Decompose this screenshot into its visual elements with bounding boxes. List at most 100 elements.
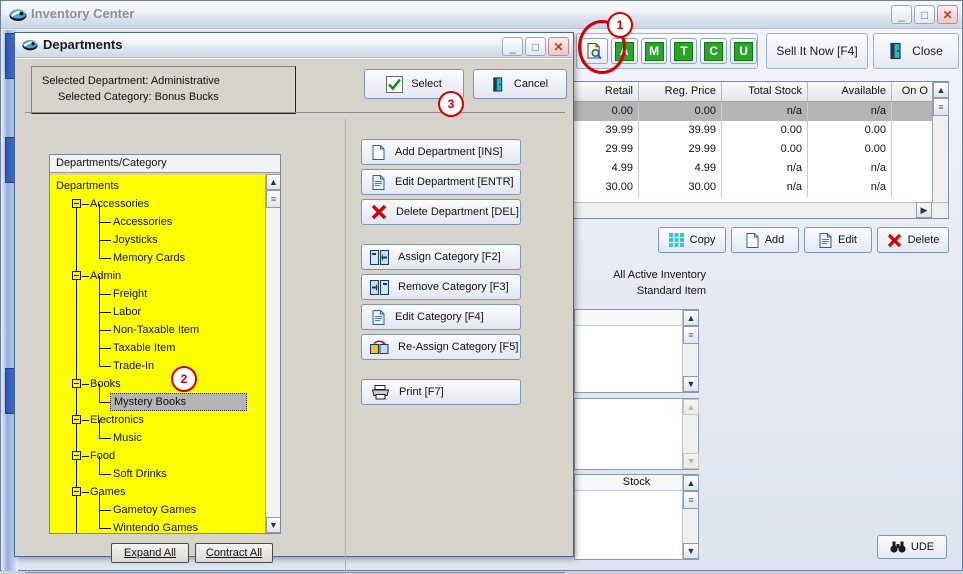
tree-node-mystery-books[interactable]: Mystery Books (50, 384, 280, 411)
tree-node-trade-in[interactable]: Trade-In (50, 348, 280, 375)
add-department-button[interactable]: Add Department [INS] (361, 139, 521, 165)
sub-list-1-scrollbar[interactable]: ▲ ≡ ▼ (682, 310, 699, 392)
dialog-minimize-button[interactable]: _ (502, 37, 523, 56)
edit-category-button[interactable]: Edit Category [F4] (361, 304, 521, 330)
chevron-up-icon[interactable]: ▲ (933, 82, 949, 98)
tree-node-taxable-item[interactable]: Taxable Item (50, 330, 280, 357)
departments-tree[interactable]: Departments/Category Departments Accesso… (49, 154, 281, 534)
grid-col-available[interactable]: Available (808, 82, 892, 101)
reassign-boxes-icon (370, 340, 389, 355)
main-close-button[interactable]: ✕ (937, 5, 958, 24)
table-row[interactable]: 39.99 39.99 0.00 0.00 (571, 121, 948, 140)
close-button[interactable]: Close (873, 33, 959, 69)
tree-node-food[interactable]: Food (50, 447, 280, 465)
chevron-right-icon[interactable]: ▶ (916, 202, 932, 218)
chevron-up-icon[interactable]: ▲ (266, 174, 280, 190)
tree-node-wintendo-games[interactable]: Wintendo Games (50, 510, 280, 533)
grid-horizontal-scrollbar[interactable]: ▶ (571, 202, 948, 218)
cell-available: 0.00 (808, 121, 892, 140)
dialog-close-button[interactable]: ✕ (548, 37, 569, 56)
reassign-category-button[interactable]: Re-Assign Category [F5] (361, 334, 521, 360)
expand-all-button[interactable]: Expand All (111, 543, 189, 563)
tree-nodes: Departments Accessories Accessories Joys… (50, 175, 280, 533)
scrollbar-thumb[interactable]: ≡ (683, 491, 699, 509)
grid-col-on-order[interactable]: On O (892, 82, 934, 101)
tree-node-departments[interactable]: Departments (50, 177, 280, 195)
print-button[interactable]: Print [F7] (361, 379, 521, 405)
filter-used-button[interactable]: U (730, 38, 757, 64)
stock-list-panel[interactable]: Stock ▲ ≡ ▼ (574, 474, 699, 560)
tree-scrollbar[interactable]: ▲ ≡ ▼ (265, 174, 280, 533)
tree-node-non-taxable-item[interactable]: Non-Taxable Item (50, 312, 280, 339)
table-row[interactable]: 0.00 0.00 n/a n/a (571, 102, 948, 121)
collapse-icon[interactable] (72, 451, 81, 460)
collapse-icon[interactable] (72, 271, 81, 280)
filter-matrix-button[interactable]: M (640, 38, 668, 64)
cell-reg-price: 30.00 (639, 178, 722, 197)
collapse-icon[interactable] (72, 415, 81, 424)
sub-list-panel-1[interactable]: ▲ ≡ ▼ (574, 309, 699, 393)
exit-door-icon (889, 42, 905, 60)
collapse-icon[interactable] (72, 487, 81, 496)
main-window-title: Inventory Center (31, 6, 135, 21)
chevron-up-icon[interactable]: ▲ (683, 475, 699, 491)
grid-col-total-stock[interactable]: Total Stock (722, 82, 808, 101)
tree-node-games[interactable]: Games (50, 483, 280, 501)
chevron-down-icon[interactable]: ▼ (266, 517, 280, 533)
annotation-badge-1: 1 (607, 12, 633, 38)
filter-consignment-button[interactable]: C (700, 38, 728, 64)
tree-node-freight[interactable]: Freight (50, 276, 280, 303)
assign-category-button[interactable]: Assign Category [F2] (361, 244, 521, 270)
tree-node-accessories[interactable]: Accessories (50, 195, 280, 213)
scrollbar-thumb[interactable]: ≡ (683, 326, 699, 344)
delete-button-label: Delete (907, 234, 940, 246)
tree-node-joysticks[interactable]: Joysticks (50, 222, 280, 249)
main-minimize-button[interactable]: _ (891, 5, 912, 24)
grid-col-retail[interactable]: Retail (571, 82, 639, 101)
tree-node-books[interactable]: Books (50, 375, 280, 393)
tree-node-accessories-child[interactable]: Accessories (50, 204, 280, 231)
remove-category-button[interactable]: Remove Category [F3] (361, 274, 521, 300)
tree-node-gametoy-games[interactable]: Gametoy Games (50, 492, 280, 519)
main-maximize-button[interactable]: □ (914, 5, 935, 24)
dialog-maximize-button[interactable]: □ (525, 37, 546, 56)
filter-tagalong-button[interactable]: T (670, 38, 698, 64)
table-row[interactable]: 29.99 29.99 0.00 0.00 (571, 140, 948, 159)
delete-button[interactable]: Delete (877, 227, 949, 253)
scrollbar-thumb[interactable]: ≡ (933, 98, 949, 116)
tree-node-electronics[interactable]: Electronics (50, 411, 280, 429)
edit-department-button[interactable]: Edit Department [ENTR] (361, 169, 521, 195)
copy-button[interactable]: Copy (658, 227, 726, 253)
ude-button-label: UDE (910, 541, 935, 553)
grid-col-reg-price[interactable]: Reg. Price (639, 82, 722, 101)
cancel-button[interactable]: Cancel (473, 69, 567, 99)
cell-on-order (892, 121, 934, 140)
chevron-down-icon[interactable]: ▼ (683, 543, 699, 559)
tree-node-music[interactable]: Music (50, 420, 280, 447)
add-department-label: Add Department [INS] (395, 146, 503, 158)
table-row[interactable]: 30.00 30.00 n/a n/a (571, 178, 948, 197)
contract-all-button[interactable]: Contract All (195, 543, 273, 563)
delete-department-button[interactable]: Delete Department [DEL] (361, 199, 521, 225)
table-row[interactable]: 4.99 4.99 n/a n/a (571, 159, 948, 178)
sub-list-1-header (575, 310, 698, 326)
sub-list-2-scrollbar[interactable]: ▲ ▼ (682, 399, 699, 469)
tree-node-soft-drinks[interactable]: Soft Drinks (50, 456, 280, 483)
collapse-icon[interactable] (72, 199, 81, 208)
scrollbar-thumb[interactable]: ≡ (266, 190, 280, 208)
stock-column-header[interactable]: Stock (575, 475, 698, 491)
tree-node-memory-cards[interactable]: Memory Cards (50, 240, 280, 267)
chevron-down-icon[interactable]: ▼ (683, 376, 699, 392)
stock-list-scrollbar[interactable]: ▲ ≡ ▼ (682, 475, 699, 559)
inventory-grid[interactable]: Retail Reg. Price Total Stock Available … (570, 81, 949, 219)
collapse-icon[interactable] (72, 379, 81, 388)
tree-node-labor[interactable]: Labor (50, 294, 280, 321)
ude-button[interactable]: UDE (877, 535, 947, 559)
sell-it-now-button[interactable]: Sell It Now [F4] (766, 33, 868, 69)
tree-node-admin[interactable]: Admin (50, 267, 280, 285)
add-button[interactable]: Add (731, 227, 799, 253)
sub-list-panel-2[interactable]: ▲ ▼ (574, 398, 699, 470)
grid-vertical-scrollbar[interactable]: ▲ ≡ ▼ (932, 82, 949, 218)
edit-button[interactable]: Edit (804, 227, 872, 253)
chevron-up-icon[interactable]: ▲ (683, 310, 699, 326)
